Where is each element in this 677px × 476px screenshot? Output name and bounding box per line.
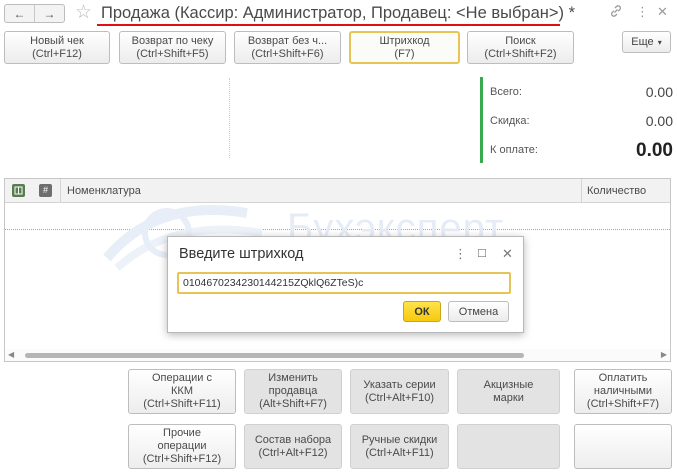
empty-button[interactable]: [457, 424, 560, 469]
button-shortcut: (Ctrl+Shift+F2): [484, 47, 557, 60]
search-button[interactable]: Поиск (Ctrl+Shift+F2): [467, 31, 574, 64]
totals-accent-bar: [480, 77, 483, 163]
table-row[interactable]: [5, 204, 670, 230]
link-icon[interactable]: [609, 4, 623, 22]
button-label: Поиск: [505, 34, 536, 47]
total-label: Всего:: [490, 86, 522, 98]
row-number-header[interactable]: #: [39, 184, 52, 197]
menu-dots-icon[interactable]: ⋮: [636, 4, 649, 20]
other-operations-button[interactable]: Прочие операции (Ctrl+Shift+F12): [128, 424, 236, 469]
manual-discounts-button[interactable]: Ручные скидки (Ctrl+Alt+F11): [350, 424, 449, 469]
more-label: Еще: [631, 36, 654, 48]
return-without-receipt-button[interactable]: Возврат без ч... (Ctrl+Shift+F6): [234, 31, 341, 64]
nav-group: ← →: [4, 4, 65, 23]
button-shortcut: (Ctrl+Alt+F10): [364, 391, 435, 404]
button-label: Прочие: [163, 427, 201, 439]
close-icon[interactable]: ✕: [657, 4, 668, 20]
button-label: Состав набора: [254, 433, 332, 446]
barcode-button[interactable]: Штрихкод (F7): [349, 31, 460, 64]
cancel-button[interactable]: Отмена: [448, 301, 509, 322]
title-bar: ← → ☆ Продажа (Кассир: Администратор, Пр…: [0, 0, 677, 26]
button-shortcut: (Ctrl+Shift+F12): [142, 453, 222, 465]
button-shortcut: (Ctrl+Alt+F12): [258, 446, 328, 459]
column-nomenclature[interactable]: Номенклатура: [67, 185, 141, 197]
button-label: Указать серии: [363, 378, 436, 391]
dialog-close-icon[interactable]: ✕: [502, 246, 513, 262]
dialog-title: Введите штрихкод: [179, 246, 304, 262]
button-label: Оплатить: [598, 372, 648, 384]
barcode-input[interactable]: [177, 272, 511, 294]
button-label: Новый чек: [30, 34, 84, 47]
change-seller-button[interactable]: Изменить продавца (Alt+Shift+F7): [244, 369, 342, 414]
button-label: Штрихкод: [379, 34, 430, 47]
new-receipt-button[interactable]: Новый чек (Ctrl+F12): [4, 31, 110, 64]
dialog-maximize-icon[interactable]: ☐: [477, 246, 487, 262]
more-button[interactable]: Еще ▾: [622, 31, 671, 53]
ok-button[interactable]: ОК: [403, 301, 441, 322]
chevron-down-icon: ▾: [657, 37, 662, 47]
favorite-star-icon[interactable]: ☆: [75, 3, 92, 23]
to-pay-value: 0.00: [636, 140, 673, 161]
button-label: Возврат по чеку: [131, 34, 214, 47]
button-label: ККМ: [171, 385, 193, 397]
button-shortcut: (Ctrl+Shift+F7): [586, 398, 660, 410]
button-shortcut: (Ctrl+Alt+F11): [365, 446, 434, 459]
button-label: Возврат без ч...: [247, 34, 328, 47]
header-divider: [229, 78, 230, 158]
button-label: операции: [157, 440, 207, 452]
to-pay-label: К оплате:: [490, 144, 538, 156]
button-label: Акцизные: [483, 378, 534, 391]
dialog-menu-icon[interactable]: ⋮: [454, 246, 467, 262]
discount-value: 0.00: [645, 113, 673, 129]
button-label: Операции с: [151, 372, 212, 384]
column-quantity[interactable]: Количество: [587, 185, 646, 197]
scroll-thumb[interactable]: [25, 353, 524, 358]
window-title: Продажа (Кассир: Администратор, Продавец…: [101, 4, 576, 22]
barcode-dialog: Введите штрихкод ⋮ ☐ ✕ ОК Отмена: [167, 236, 524, 333]
horizontal-scrollbar[interactable]: ◀ ▶: [5, 349, 670, 361]
specify-series-button[interactable]: Указать серии (Ctrl+Alt+F10): [350, 369, 449, 414]
pay-cash-button[interactable]: Оплатить наличными (Ctrl+Shift+F7): [574, 369, 672, 414]
button-label: наличными: [593, 385, 653, 397]
arrow-left-icon: ←: [13, 6, 26, 21]
return-by-receipt-button[interactable]: Возврат по чеку (Ctrl+Shift+F5): [119, 31, 226, 64]
table-header: # Номенклатура Количество: [5, 179, 670, 203]
total-value: 0.00: [645, 84, 673, 100]
button-label: Изменить: [268, 372, 318, 384]
button-shortcut: (Ctrl+Shift+F11): [143, 398, 221, 410]
scroll-left-icon[interactable]: ◀: [8, 350, 14, 359]
button-shortcut: (Ctrl+F12): [32, 47, 82, 60]
button-shortcut: (Ctrl+Shift+F5): [136, 47, 209, 60]
scroll-right-icon[interactable]: ▶: [661, 350, 667, 359]
discount-label: Скидка:: [490, 115, 530, 127]
button-shortcut: (F7): [394, 47, 415, 60]
column-separator: [60, 179, 61, 203]
button-label: марки: [493, 391, 524, 404]
arrow-right-icon: →: [43, 6, 56, 21]
button-shortcut: (Alt+Shift+F7): [259, 398, 327, 410]
empty-button[interactable]: [574, 424, 672, 469]
button-label: продавца: [268, 385, 318, 397]
column-separator: [581, 179, 582, 203]
excise-marks-button[interactable]: Акцизные марки: [457, 369, 560, 414]
forward-button[interactable]: →: [34, 5, 64, 22]
back-button[interactable]: ←: [5, 5, 34, 22]
button-label: Ручные скидки: [361, 433, 438, 446]
title-underline: [97, 24, 560, 26]
button-shortcut: (Ctrl+Shift+F6): [251, 47, 324, 60]
row-marker-icon[interactable]: [12, 184, 25, 197]
kkm-operations-button[interactable]: Операции с ККМ (Ctrl+Shift+F11): [128, 369, 236, 414]
set-content-button[interactable]: Состав набора (Ctrl+Alt+F12): [244, 424, 342, 469]
